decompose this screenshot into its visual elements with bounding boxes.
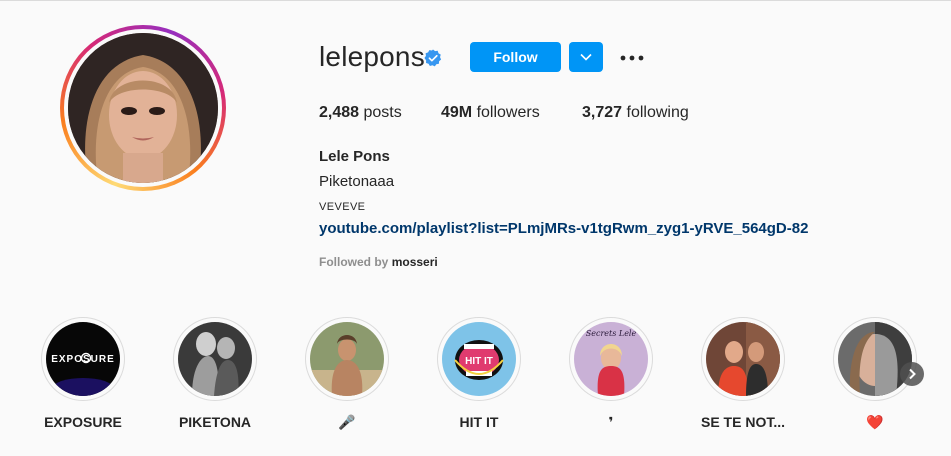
highlight-label: SE TE NOT... bbox=[700, 414, 785, 430]
followers-link[interactable]: 49M followers bbox=[441, 104, 540, 122]
highlight-cover bbox=[310, 322, 384, 396]
profile-full-name: Lele Pons bbox=[319, 148, 390, 165]
followed-by-text[interactable]: Followed by mosseri bbox=[319, 255, 438, 269]
highlight-label: HIT IT bbox=[459, 414, 499, 430]
profile-category: VEVEVE bbox=[319, 201, 366, 213]
profile-bio: Piketonaaa bbox=[319, 173, 395, 190]
highlight-cover bbox=[706, 322, 780, 396]
verified-badge-icon bbox=[424, 49, 442, 67]
highlight-cover: Secrets Lele bbox=[574, 322, 648, 396]
highlight-label: EXPOSURE bbox=[44, 414, 122, 430]
following-link[interactable]: 3,727 following bbox=[582, 104, 689, 122]
highlight-exposure[interactable]: EXPOSURE EXPOSURE bbox=[33, 317, 133, 430]
profile-username: lelepons bbox=[319, 41, 425, 72]
profile-avatar-story-ring[interactable] bbox=[60, 25, 226, 191]
highlight-piketona[interactable]: PIKETONA bbox=[165, 317, 265, 430]
top-divider bbox=[0, 0, 951, 1]
highlight-cover: HIT IT bbox=[442, 322, 516, 396]
highlight-cover-text: HIT IT bbox=[465, 356, 493, 367]
highlight-hit-it[interactable]: HIT IT HIT IT bbox=[429, 317, 529, 430]
highlight-cover bbox=[178, 322, 252, 396]
highlight-cover: EXPOSURE bbox=[46, 322, 120, 396]
highlight-secrets[interactable]: Secrets Lele ❜ bbox=[561, 317, 661, 431]
profile-website-link[interactable]: youtube.com/playlist?list=PLmjMRs-v1tgRw… bbox=[319, 220, 808, 237]
follow-button[interactable]: Follow bbox=[470, 42, 561, 72]
followed-by-user[interactable]: mosseri bbox=[392, 255, 438, 269]
highlights-next-button[interactable] bbox=[900, 362, 924, 386]
more-options-icon[interactable] bbox=[618, 50, 646, 66]
highlight-cover-text: EXPOSURE bbox=[51, 354, 115, 365]
highlight-label: ❜ bbox=[608, 414, 614, 430]
highlight-cover bbox=[838, 322, 912, 396]
highlight-microphone[interactable]: 🎤 bbox=[297, 317, 397, 431]
highlight-label: ❤️ bbox=[866, 414, 884, 430]
profile-avatar bbox=[68, 33, 218, 183]
suggested-accounts-dropdown-button[interactable] bbox=[569, 42, 603, 72]
chevron-down-icon bbox=[580, 53, 592, 61]
highlight-cover-text: Secrets Lele bbox=[586, 329, 637, 338]
highlight-se-te-not[interactable]: SE TE NOT... bbox=[693, 317, 793, 430]
posts-count: 2,488 posts bbox=[319, 104, 402, 121]
highlight-label: PIKETONA bbox=[178, 414, 252, 430]
chevron-right-icon bbox=[909, 368, 916, 380]
highlight-label: 🎤 bbox=[338, 414, 356, 430]
